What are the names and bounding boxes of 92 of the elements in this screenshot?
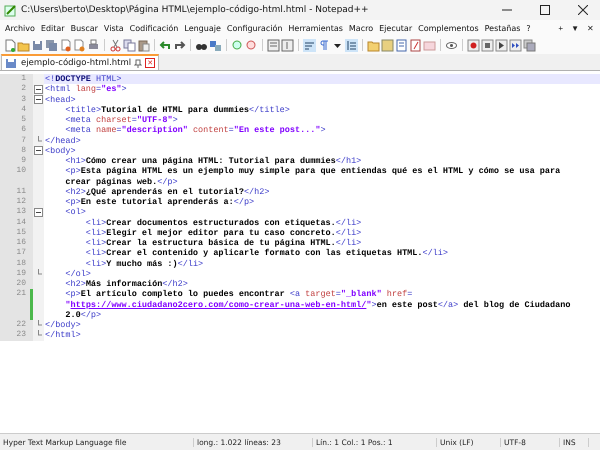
fast-forward-icon[interactable] — [509, 38, 522, 52]
code-line: <li>Crear la estructura básica de tu página HTML.</li> — [84, 238, 362, 248]
new-file-icon[interactable] — [3, 38, 16, 52]
code-line: <li>Y mucho más :)</li> — [84, 258, 204, 269]
line-number: 2 — [21, 84, 26, 94]
line-number: 15 — [16, 228, 26, 238]
notepad-icon — [4, 4, 17, 16]
code-line: crear páginas web.</p> — [64, 176, 179, 187]
code-editor[interactable] — [0, 71, 600, 433]
record-icon[interactable] — [467, 38, 480, 52]
code-line: <body> — [44, 146, 77, 156]
code-line: <p>El artículo completo lo puedes encontrar <a target="_blank" href= — [64, 289, 414, 300]
line-number: 1 — [21, 74, 26, 84]
line-number: 19 — [16, 268, 26, 279]
line-number: 10 — [16, 166, 26, 176]
window-title: C:\Users\berto\Desktop\Página HTML\ejemplo-código-html.html - Notepad++ — [21, 5, 370, 15]
code-line: </html> — [44, 330, 82, 340]
menu-item[interactable]: ? — [523, 24, 534, 32]
menu-item[interactable]: Complementos — [415, 24, 482, 32]
menu-item[interactable]: Ejecutar — [376, 24, 416, 32]
code-line: 2.0</p> — [64, 310, 102, 320]
menu-item[interactable]: Vista — [100, 24, 127, 32]
fold-toggle[interactable] — [34, 84, 43, 94]
fold-toggle[interactable] — [34, 95, 43, 104]
close-icon — [578, 5, 588, 15]
code-line: <html lang="es"> — [44, 84, 128, 94]
menu-item[interactable]: Codificación — [126, 24, 182, 32]
code-line: <head> — [44, 94, 77, 105]
save-icon — [5, 56, 18, 70]
scissors-icon[interactable] — [109, 38, 122, 52]
pin-icon[interactable] — [134, 58, 142, 68]
menu-control[interactable]: ✕ — [583, 24, 598, 32]
code-line: <ol> — [64, 207, 86, 218]
code-line: <li>Crear documentos estructurados con etiquetas.</li> — [84, 218, 362, 228]
tab-label: ejemplo-código-html.html — [21, 58, 132, 68]
menu-item[interactable]: Herramientas — [285, 24, 346, 32]
line-number: 5 — [21, 115, 26, 126]
folder-view-icon[interactable] — [367, 38, 380, 52]
word-wrap-icon[interactable] — [303, 38, 316, 52]
line-number: 3 — [21, 94, 26, 105]
menu-control[interactable]: + — [554, 24, 568, 32]
menu-control[interactable]: ▼ — [567, 24, 583, 32]
line-number: 22 — [16, 320, 26, 330]
code-line: <p>Esta página HTML es un ejemplo muy simple para que entiendas qué es el HTML y cómo se usa para — [64, 166, 562, 176]
line-number: 4 — [21, 104, 26, 115]
menu-item[interactable]: Pestañas — [482, 24, 524, 32]
fold-toggle[interactable] — [34, 208, 43, 217]
line-number: 6 — [21, 125, 26, 136]
play-icon[interactable] — [495, 38, 508, 52]
copy-icon[interactable] — [123, 38, 136, 52]
indent-guide-icon[interactable] — [345, 38, 358, 52]
line-number: 14 — [16, 218, 26, 228]
line-number: 11 — [16, 186, 26, 197]
line-number: 18 — [16, 258, 26, 269]
line-number: 8 — [21, 146, 26, 156]
code-line: </head> — [44, 136, 82, 146]
code-line: "https://www.ciudadano2cero.com/como-crear-una-web-en-html/">en este post</a> del blog de Ciudadano — [64, 300, 572, 310]
paste-icon[interactable] — [137, 38, 150, 52]
line-number: 20 — [16, 279, 26, 290]
menu-item[interactable]: Macro — [346, 24, 376, 32]
line-number: 7 — [21, 136, 26, 146]
save-icon[interactable] — [31, 38, 44, 52]
code-line: </ol> — [64, 268, 92, 279]
menu-item[interactable]: Editar — [38, 24, 68, 32]
code-line: <meta name="description" content="En este post..."> — [64, 125, 327, 136]
redo-icon[interactable] — [173, 38, 186, 52]
line-number: 16 — [16, 238, 26, 248]
document-list-icon[interactable] — [395, 38, 408, 52]
fold-toggle[interactable] — [34, 146, 43, 156]
line-number: 17 — [16, 248, 26, 258]
line-number: 21 — [16, 289, 26, 300]
menu-item[interactable]: Archivo — [2, 24, 38, 32]
stop-icon[interactable] — [481, 38, 494, 52]
code-line: <p>En este tutorial aprenderás a:</p> — [64, 197, 256, 208]
line-number: 9 — [21, 156, 26, 166]
code-line: <li>Crear el contenido y aplicarle formato con las etiquetas HTML.</li> — [84, 248, 449, 258]
code-line: <meta charset="UTF-8"> — [64, 115, 179, 126]
code-line: <title>Tutorial de HTML para dummies</title> — [64, 104, 291, 115]
code-line: <h2>¿Qué aprenderás en el tutorial?</h2> — [64, 186, 270, 197]
line-number: 12 — [16, 197, 26, 208]
code-line: <h2>Más información</h2> — [64, 279, 189, 290]
menu-item[interactable]: Buscar — [68, 24, 101, 32]
menu-item[interactable]: Lenguaje — [181, 24, 224, 32]
maximize-icon — [540, 5, 550, 15]
print-icon[interactable] — [87, 38, 100, 52]
line-number: 23 — [16, 330, 26, 340]
code-line: <h1>Cómo crear una página HTML: Tutorial para dummies</h1> — [64, 156, 362, 166]
code-line: </body> — [44, 320, 82, 330]
code-line: <li>Elegir el mejor editor para tu caso concreto.</li> — [84, 228, 362, 238]
menu-item[interactable]: Configuración — [224, 24, 286, 32]
undo-icon[interactable] — [159, 38, 172, 52]
line-number: 13 — [16, 207, 26, 218]
